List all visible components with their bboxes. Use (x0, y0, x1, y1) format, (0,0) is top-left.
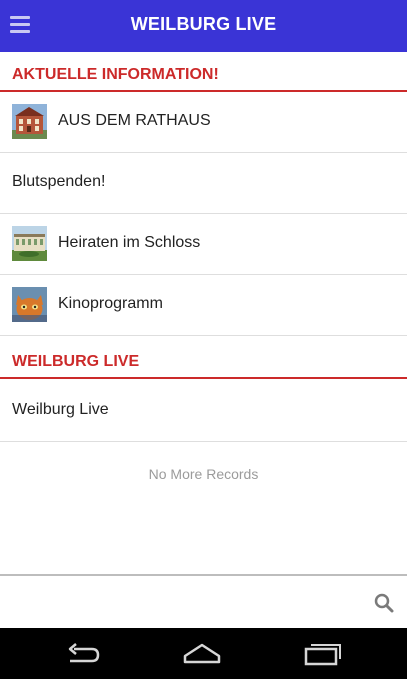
list-item-label: AUS DEM RATHAUS (58, 112, 211, 129)
castle-thumbnail (12, 226, 47, 261)
cinema-thumbnail (12, 287, 47, 322)
list-item-weilburg-live[interactable]: Weilburg Live (0, 381, 407, 442)
no-more-records-label: No More Records (148, 466, 259, 482)
recents-icon[interactable] (303, 640, 343, 668)
list-item-label: Heiraten im Schloss (58, 234, 201, 251)
list-item-label: Kinoprogramm (58, 295, 163, 312)
list-item-kinoprogramm[interactable]: Kinoprogramm (0, 275, 407, 336)
list-item-label: Blutspenden! (12, 173, 106, 190)
section-header-weilburg-live: WEILBURG LIVE (0, 339, 407, 379)
search-icon[interactable] (373, 592, 395, 614)
home-icon[interactable] (182, 640, 222, 668)
section-header-label: AKTUELLE INFORMATION! (12, 66, 219, 83)
townhall-thumbnail (12, 104, 47, 139)
back-icon[interactable] (64, 640, 104, 668)
app-title: WEILBURG LIVE (130, 14, 277, 34)
list-item-aus-dem-rathaus[interactable]: AUS DEM RATHAUS (0, 92, 407, 153)
search-bar[interactable] (0, 574, 407, 628)
system-nav-bar (0, 628, 407, 679)
list-item-heiraten-im-schloss[interactable]: Heiraten im Schloss (0, 214, 407, 275)
section-header-label: WEILBURG LIVE (12, 353, 140, 370)
app-bar: WEILBURG LIVE (0, 0, 407, 52)
list-item-label: Weilburg Live (12, 401, 109, 418)
list-item-blutspenden[interactable]: Blutspenden! (0, 153, 407, 214)
section-header-aktuelle-information: AKTUELLE INFORMATION! (0, 52, 407, 92)
content-list[interactable]: AKTUELLE INFORMATION! AUS DEM RATHAUS Bl… (0, 52, 407, 574)
